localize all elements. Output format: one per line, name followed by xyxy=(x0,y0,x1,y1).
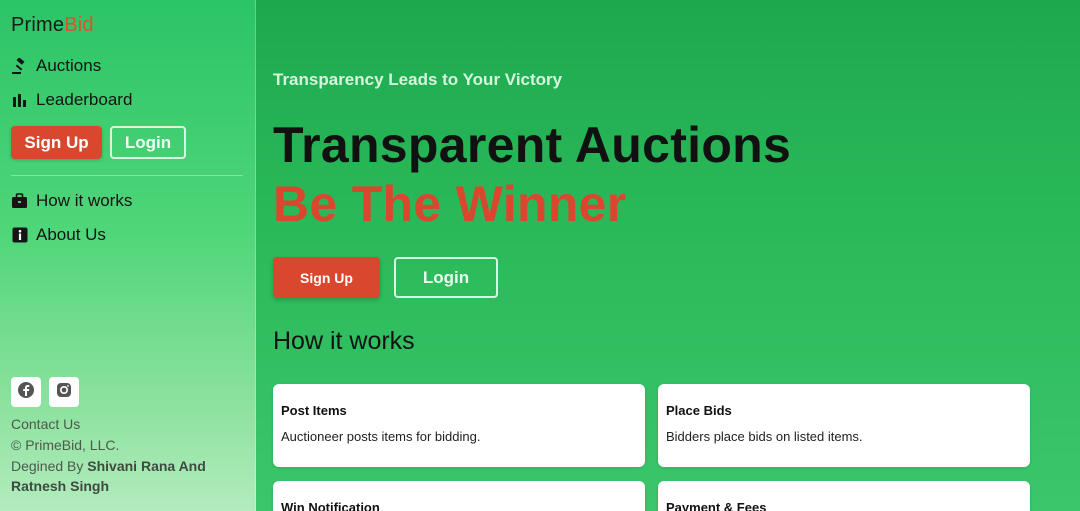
sidebar-item-label: Auctions xyxy=(36,56,102,75)
sidebar-signup-button[interactable]: Sign Up xyxy=(11,126,102,159)
hero-login-button[interactable]: Login xyxy=(394,257,498,298)
step-card-win-notification: Win Notification xyxy=(273,481,645,511)
designed-by-text-cont: Ratnesh Singh xyxy=(11,478,109,494)
sidebar-item-label: About Us xyxy=(36,225,106,244)
copyright-text: © PrimeBid, LLC. xyxy=(11,437,120,453)
card-title: Place Bids xyxy=(666,403,732,418)
card-title: Win Notification xyxy=(281,500,380,511)
brand-name-accent: Bid xyxy=(64,14,94,36)
hero-signup-button[interactable]: Sign Up xyxy=(273,257,380,298)
sidebar-item-leaderboard[interactable]: Leaderboard xyxy=(11,90,132,110)
facebook-link[interactable] xyxy=(11,377,41,407)
designed-by-text: Degined By Shivani Rana And xyxy=(11,458,206,474)
main-content: Transparency Leads to Your Victory Trans… xyxy=(256,0,1080,511)
info-icon xyxy=(11,227,28,244)
instagram-link[interactable] xyxy=(49,377,79,407)
designed-by-prefix: Degined By xyxy=(11,458,88,474)
step-card-post-items: Post Items Auctioneer posts items for bi… xyxy=(273,384,645,467)
card-title: Payment & Fees xyxy=(666,500,767,511)
brand-logo[interactable]: PrimeBid xyxy=(11,14,94,37)
hero-title: Transparent Auctions xyxy=(273,117,792,173)
hero-tagline: Transparency Leads to Your Victory xyxy=(273,70,563,89)
designer-names: Shivani Rana And xyxy=(87,458,206,474)
contact-us-link[interactable]: Contact Us xyxy=(11,416,80,432)
sidebar-item-about-us[interactable]: About Us xyxy=(11,225,106,245)
how-it-works-title: How it works xyxy=(273,327,415,355)
gavel-icon xyxy=(11,57,28,75)
designer-names-cont: Ratnesh Singh xyxy=(11,478,110,494)
card-description: Bidders place bids on listed items. xyxy=(666,429,863,444)
sidebar-divider xyxy=(11,175,243,176)
instagram-icon xyxy=(56,382,72,403)
step-card-payment-fees: Payment & Fees xyxy=(658,481,1030,511)
step-card-place-bids: Place Bids Bidders place bids on listed … xyxy=(658,384,1030,467)
sidebar-item-auctions[interactable]: Auctions xyxy=(11,56,101,76)
briefcase-icon xyxy=(11,193,28,210)
sidebar-item-label: How it works xyxy=(36,191,133,210)
sidebar-item-label: Leaderboard xyxy=(36,90,133,109)
sidebar-login-button[interactable]: Login xyxy=(110,126,186,159)
brand-name-prefix: Prime xyxy=(11,14,65,36)
hero-subtitle: Be The Winner xyxy=(273,176,627,232)
bar-chart-icon xyxy=(11,92,28,109)
sidebar: PrimeBid Auctions Leaderboard Sign Up Lo… xyxy=(0,0,256,511)
sidebar-item-how-it-works[interactable]: How it works xyxy=(11,191,132,211)
card-title: Post Items xyxy=(281,403,347,418)
facebook-icon xyxy=(17,381,35,404)
card-description: Auctioneer posts items for bidding. xyxy=(281,429,481,444)
